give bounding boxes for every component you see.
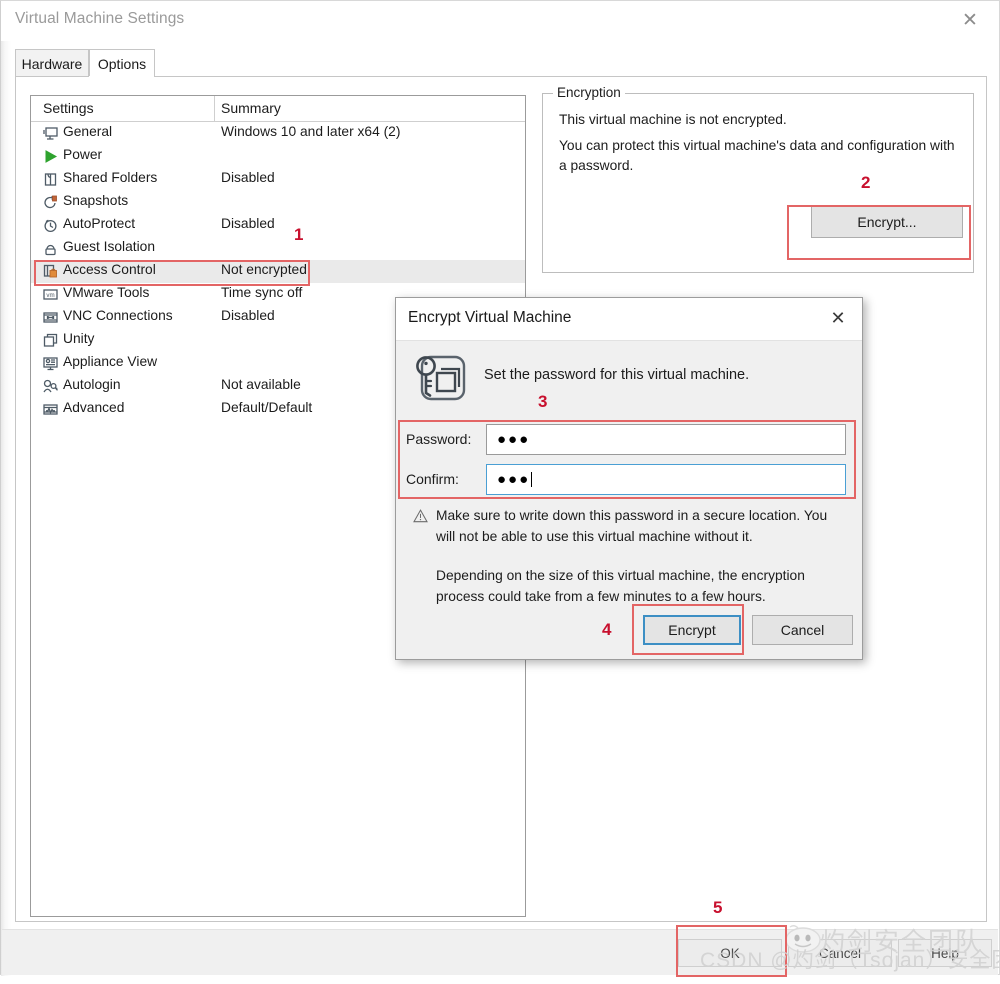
advanced-icon: [42, 401, 59, 418]
snapshot-icon: [42, 194, 59, 211]
settings-row-access-control[interactable]: Access Control Not encrypted: [31, 260, 525, 283]
window-title: Virtual Machine Settings: [15, 10, 185, 27]
settings-row-summary: Time sync off: [221, 285, 303, 300]
settings-row-snapshots[interactable]: Snapshots: [31, 191, 525, 214]
column-divider: [214, 96, 215, 122]
window-titlebar: Virtual Machine Settings ✕: [1, 1, 999, 41]
annotation-number-3: 3: [538, 392, 548, 411]
confirm-value: ●●●: [497, 471, 531, 488]
autologin-icon: [42, 378, 59, 395]
annotation-number-2: 2: [861, 173, 871, 192]
settings-row-label: AutoProtect: [63, 216, 136, 231]
settings-row-autoprotect[interactable]: AutoProtect Disabled: [31, 214, 525, 237]
settings-row-label: VNC Connections: [63, 308, 173, 323]
warning-triangle-icon: [413, 509, 428, 523]
dialog-title: Encrypt Virtual Machine: [408, 309, 572, 326]
play-icon: [42, 148, 59, 165]
settings-row-summary: Default/Default: [221, 400, 313, 415]
tab-options[interactable]: Options: [89, 49, 155, 77]
encryption-description-text: You can protect this virtual machine's d…: [559, 138, 955, 173]
confirm-row: Confirm: ●●●: [396, 464, 862, 496]
settings-row-summary: Disabled: [221, 170, 275, 185]
settings-row-label: Autologin: [63, 377, 121, 392]
password-input[interactable]: ●●●: [486, 424, 846, 455]
settings-row-label: Unity: [63, 331, 95, 346]
ok-button[interactable]: OK: [678, 939, 782, 967]
encryption-status-text: This virtual machine is not encrypted.: [559, 112, 787, 127]
annotation-number-1: 1: [294, 225, 304, 244]
folder-icon: [42, 171, 59, 188]
settings-list-header: Settings Summary: [31, 96, 525, 122]
password-value: ●●●: [497, 431, 531, 448]
dialog-header-area: Set the password for this virtual machin…: [396, 340, 862, 420]
column-header-summary: Summary: [221, 100, 281, 116]
warning-text-2: Depending on the size of this virtual ma…: [436, 568, 805, 604]
svg-text:vm: vm: [46, 292, 54, 299]
unity-icon: [42, 332, 59, 349]
dialog-close-icon[interactable]: ✕: [818, 302, 858, 334]
screenshot-root: Virtual Machine Settings ✕ Hardware Opti…: [0, 0, 1000, 984]
confirm-label: Confirm:: [406, 471, 459, 487]
settings-row-label: Appliance View: [63, 354, 158, 369]
watermark-face-icon: [782, 923, 824, 953]
encryption-group: Encryption This virtual machine is not e…: [542, 85, 974, 273]
settings-row-label: Power: [63, 147, 103, 162]
settings-row-label: Shared Folders: [63, 170, 158, 185]
settings-row-summary: Not encrypted: [221, 262, 307, 277]
lock-icon: [42, 240, 59, 257]
tabstrip: Hardware Options: [15, 49, 987, 77]
vnc-icon: [42, 309, 59, 326]
settings-row-general[interactable]: General Windows 10 and later x64 (2): [31, 122, 525, 145]
settings-row-label: Guest Isolation: [63, 239, 156, 254]
dialog-encrypt-button[interactable]: Encrypt: [643, 615, 741, 645]
encrypt-button[interactable]: Encrypt...: [811, 206, 963, 238]
tab-hardware[interactable]: Hardware: [15, 49, 89, 77]
settings-row-shared-folders[interactable]: Shared Folders Disabled: [31, 168, 525, 191]
settings-row-label: VMware Tools: [63, 285, 150, 300]
dialog-heading: Set the password for this virtual machin…: [484, 367, 750, 383]
key-vm-icon: [409, 348, 471, 410]
dialog-cancel-button[interactable]: Cancel: [752, 615, 853, 645]
password-label: Password:: [406, 431, 472, 447]
settings-row-power[interactable]: Power: [31, 145, 525, 168]
confirm-input[interactable]: ●●●: [486, 464, 846, 495]
annotation-number-4: 4: [602, 620, 612, 639]
dialog-footer: OK Cancel Help: [2, 929, 998, 975]
settings-row-label: General: [63, 124, 113, 139]
column-header-settings: Settings: [43, 100, 94, 116]
access-control-icon: [42, 263, 59, 280]
warning-text-1: Make sure to write down this password in…: [436, 508, 828, 544]
appliance-icon: [42, 355, 59, 372]
settings-row-summary: Not available: [221, 377, 301, 392]
monitor-icon: [42, 125, 59, 142]
settings-row-summary: Disabled: [221, 216, 275, 231]
password-row: Password: ●●●: [396, 424, 862, 456]
active-tab-notch: [89, 76, 153, 78]
vmware-tools-icon: vm: [42, 286, 59, 303]
password-fields: Password: ●●● Confirm: ●●●: [396, 420, 862, 500]
annotation-number-5: 5: [713, 898, 723, 917]
settings-row-guest-isolation[interactable]: Guest Isolation: [31, 237, 525, 260]
help-button[interactable]: Help: [898, 939, 992, 967]
settings-row-summary: Disabled: [221, 308, 275, 323]
settings-row-label: Snapshots: [63, 193, 129, 208]
encrypt-virtual-machine-dialog: Encrypt Virtual Machine ✕ Set the passwo…: [395, 297, 863, 660]
settings-row-label: Access Control: [63, 262, 156, 277]
close-icon[interactable]: ✕: [947, 3, 993, 37]
window-left-edge: [1, 1, 11, 976]
dialog-titlebar: Encrypt Virtual Machine ✕: [396, 298, 862, 340]
text-caret: [531, 472, 533, 487]
encryption-group-legend: Encryption: [553, 85, 625, 100]
clock-icon: [42, 217, 59, 234]
settings-row-summary: Windows 10 and later x64 (2): [221, 124, 401, 139]
settings-row-label: Advanced: [63, 400, 125, 415]
